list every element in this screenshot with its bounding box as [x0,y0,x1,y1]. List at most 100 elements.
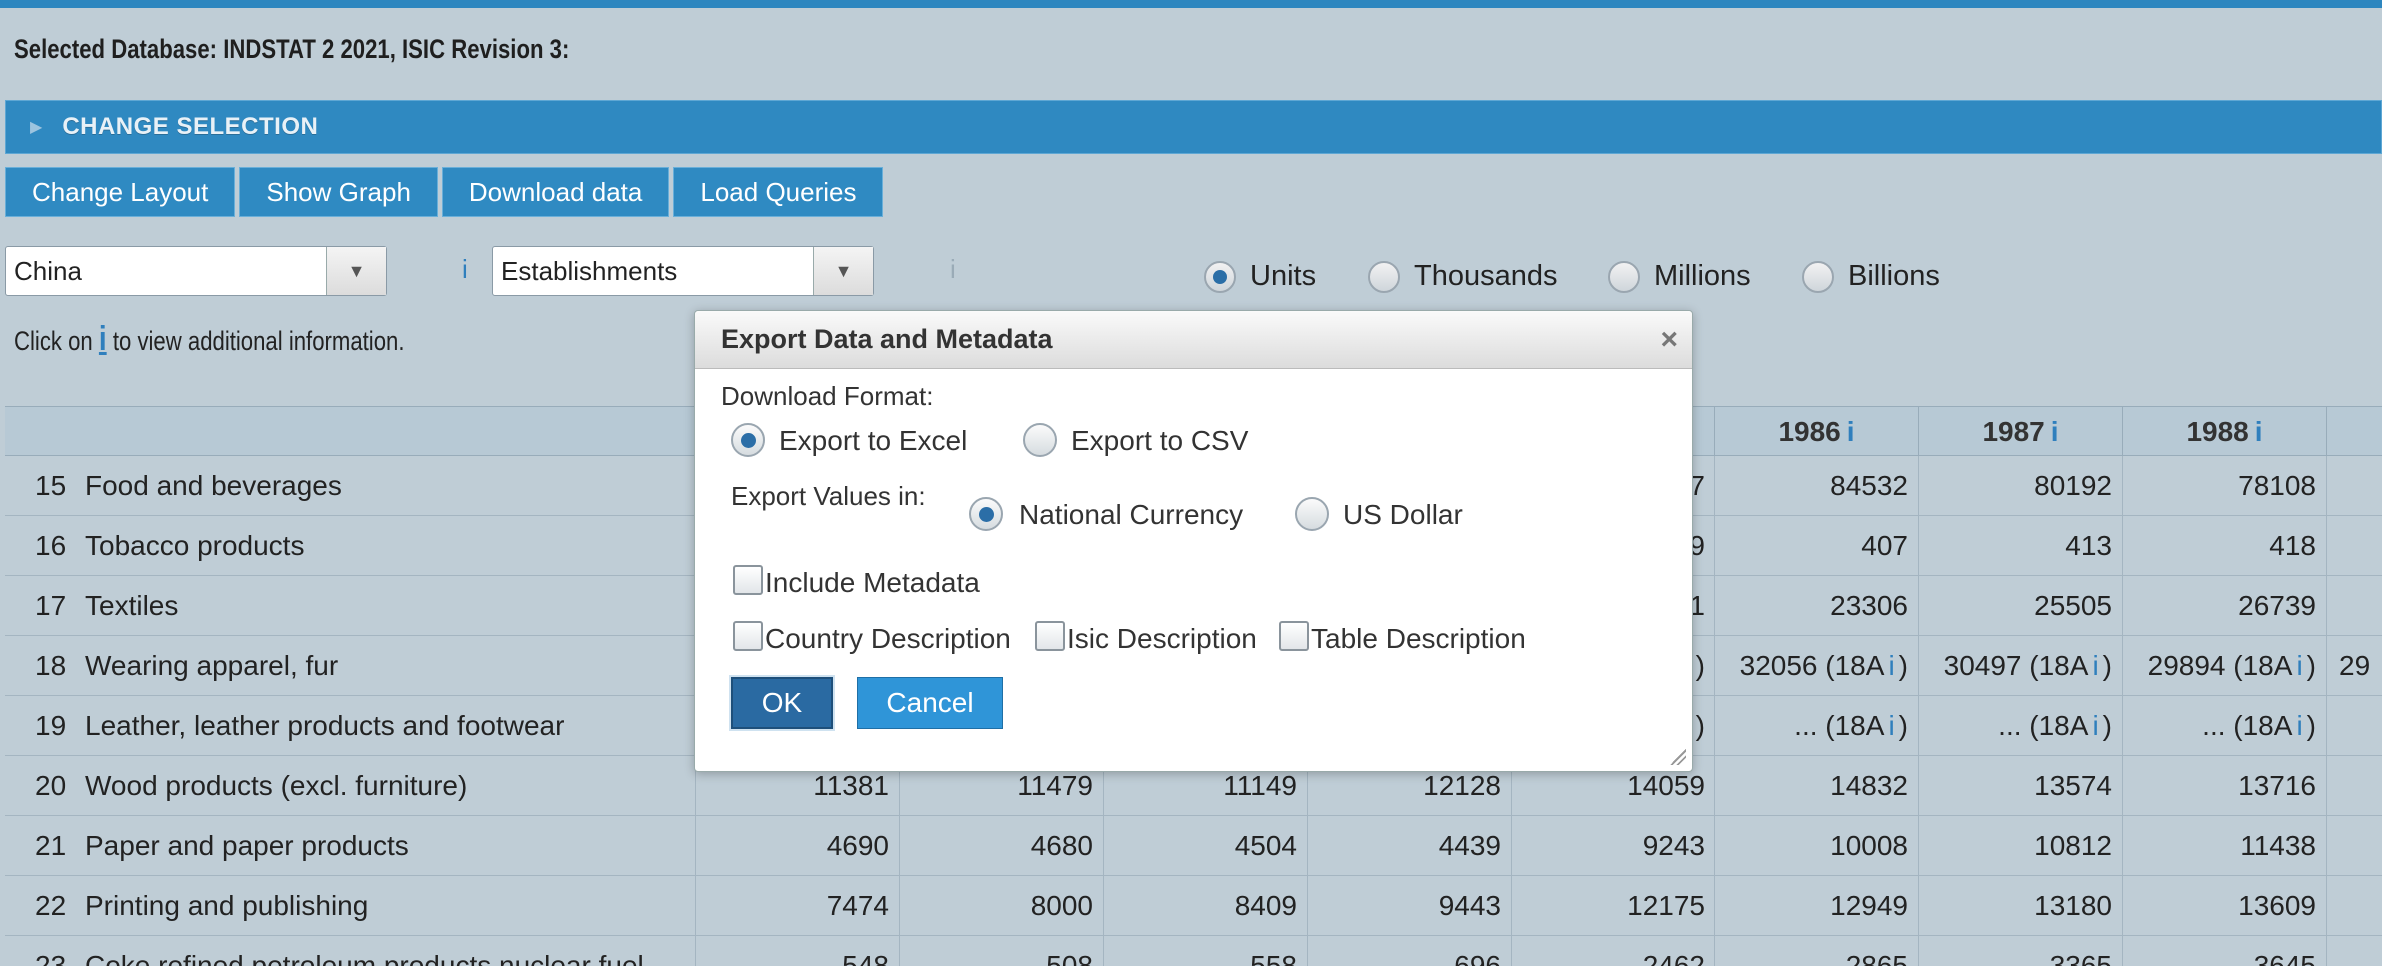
dialog-title: Export Data and Metadata [695,311,1692,369]
resize-handle-icon[interactable] [1670,749,1686,765]
expand-triangle-icon: ▶ [30,119,43,136]
radio-selected-icon[interactable] [1204,260,1236,293]
table-cell: 3645 [2122,936,2326,966]
table-cell: ... (18A i) [1918,696,2122,756]
units-radio-millions[interactable]: Millions [1608,260,1751,293]
row-name: Tobacco products [85,530,305,561]
table-cell: 696 [1307,936,1511,966]
info-icon[interactable]: i [2092,710,2098,742]
table-cell: 26739 [2122,576,2326,636]
us-dollar-label: US Dollar [1343,499,1463,530]
row-name: Coke,refined petroleum products,nuclear … [85,950,644,966]
info-icon[interactable]: i [1888,710,1894,742]
table-description-checkbox[interactable] [1279,621,1309,651]
table-cell: 13180 [1918,876,2122,936]
table-cell: 12949 [1714,876,1918,936]
measure-select[interactable]: Establishments ▼ [492,246,874,296]
info-icon[interactable]: i [1888,650,1894,682]
table-cell: 12175 [1511,876,1715,936]
ok-button[interactable]: OK [731,677,833,729]
table-row: 21 Paper and paper products 4690 4680 4504 44… [5,816,2382,876]
table-cell: 13716 [2122,756,2326,816]
table-cell: 32056 (18A i) [1714,636,1918,696]
country-select[interactable]: China ▼ [5,246,387,296]
units-radio-units[interactable]: Units [1204,260,1316,293]
table-cell: 80192 [1918,456,2122,516]
table-cell: 8000 [899,876,1103,936]
table-cell-partial [2326,456,2382,516]
close-icon[interactable]: × [1660,323,1678,357]
table-cell: 548 [695,936,899,966]
info-icon: i [98,320,107,358]
chevron-down-icon[interactable]: ▼ [326,247,386,295]
table-cell: 13574 [1918,756,2122,816]
table-cell: 11438 [2122,816,2326,876]
change-selection-bar[interactable]: ▶ CHANGE SELECTION [5,100,2382,154]
table-description-label: Table Description [1311,623,1526,654]
table-cell-partial [2326,876,2382,936]
download-data-button[interactable]: Download data [441,167,670,217]
table-cell: 407 [1714,516,1918,576]
row-code: 20 [35,770,67,801]
info-icon[interactable]: i [2296,710,2302,742]
row-name: Leather, leather products and footwear [85,710,565,741]
table-cell: 30497 (18A i) [1918,636,2122,696]
include-metadata-label: Include Metadata [765,567,980,598]
measure-info-icon[interactable]: i [950,254,956,285]
national-currency-radio[interactable] [969,497,1003,531]
country-description-checkbox[interactable] [733,621,763,651]
table-cell: 558 [1103,936,1307,966]
export-excel-radio[interactable] [731,423,765,457]
include-metadata-checkbox[interactable] [733,565,763,595]
units-radio-thousands[interactable]: Thousands [1368,260,1558,293]
export-csv-radio[interactable] [1023,423,1057,457]
cancel-button[interactable]: Cancel [857,677,1003,729]
measure-select-value: Establishments [501,255,678,286]
table-cell: 29894 (18A i) [2122,636,2326,696]
change-layout-button[interactable]: Change Layout [5,167,236,217]
chevron-down-icon[interactable]: ▼ [813,247,873,295]
top-accent-bar [0,0,2382,8]
row-code: 19 [35,710,67,741]
table-cell: 3365 [1918,936,2122,966]
table-cell: 413 [1918,516,2122,576]
radio-unselected-icon[interactable] [1368,260,1400,293]
national-currency-label: National Currency [1019,499,1244,530]
download-format-label: Download Format: [721,381,934,411]
table-cell: 508 [899,936,1103,966]
table-cell: 9443 [1307,876,1511,936]
row-code: 21 [35,830,67,861]
show-graph-button[interactable]: Show Graph [239,167,438,217]
info-icon[interactable]: i [2296,650,2302,682]
row-name: Wearing apparel, fur [85,650,339,681]
row-code: 17 [35,590,67,621]
row-name: Textiles [85,590,179,621]
info-icon[interactable]: i [1847,416,1855,448]
info-icon[interactable]: i [2092,650,2098,682]
info-icon[interactable]: i [2255,416,2263,448]
load-queries-button[interactable]: Load Queries [673,167,884,217]
row-code: 16 [35,530,67,561]
isic-description-checkbox[interactable] [1035,621,1065,651]
year-header-1988: 1988 i [2122,407,2326,457]
table-cell-partial [2326,816,2382,876]
us-dollar-radio[interactable] [1295,497,1329,531]
row-code: 23 [35,950,67,966]
table-cell: 2865 [1714,936,1918,966]
row-code: 22 [35,890,67,921]
country-info-icon[interactable]: i [462,254,468,285]
units-radio-billions[interactable]: Billions [1802,260,1940,293]
table-cell: 13609 [2122,876,2326,936]
table-cell: 14832 [1714,756,1918,816]
info-icon[interactable]: i [2051,416,2059,448]
isic-description-label: Isic Description [1067,623,1257,654]
table-cell: 4439 [1307,816,1511,876]
radio-unselected-icon[interactable] [1608,260,1640,293]
row-name: Food and beverages [85,470,342,501]
table-cell: ... (18A i) [2122,696,2326,756]
toolbar: Change Layout Show Graph Download data L… [5,167,884,217]
radio-unselected-icon[interactable] [1802,260,1834,293]
table-cell: 4690 [695,816,899,876]
selected-database-label: Selected Database: INDSTAT 2 2021, ISIC … [14,34,570,64]
table-cell-partial [2326,696,2382,756]
